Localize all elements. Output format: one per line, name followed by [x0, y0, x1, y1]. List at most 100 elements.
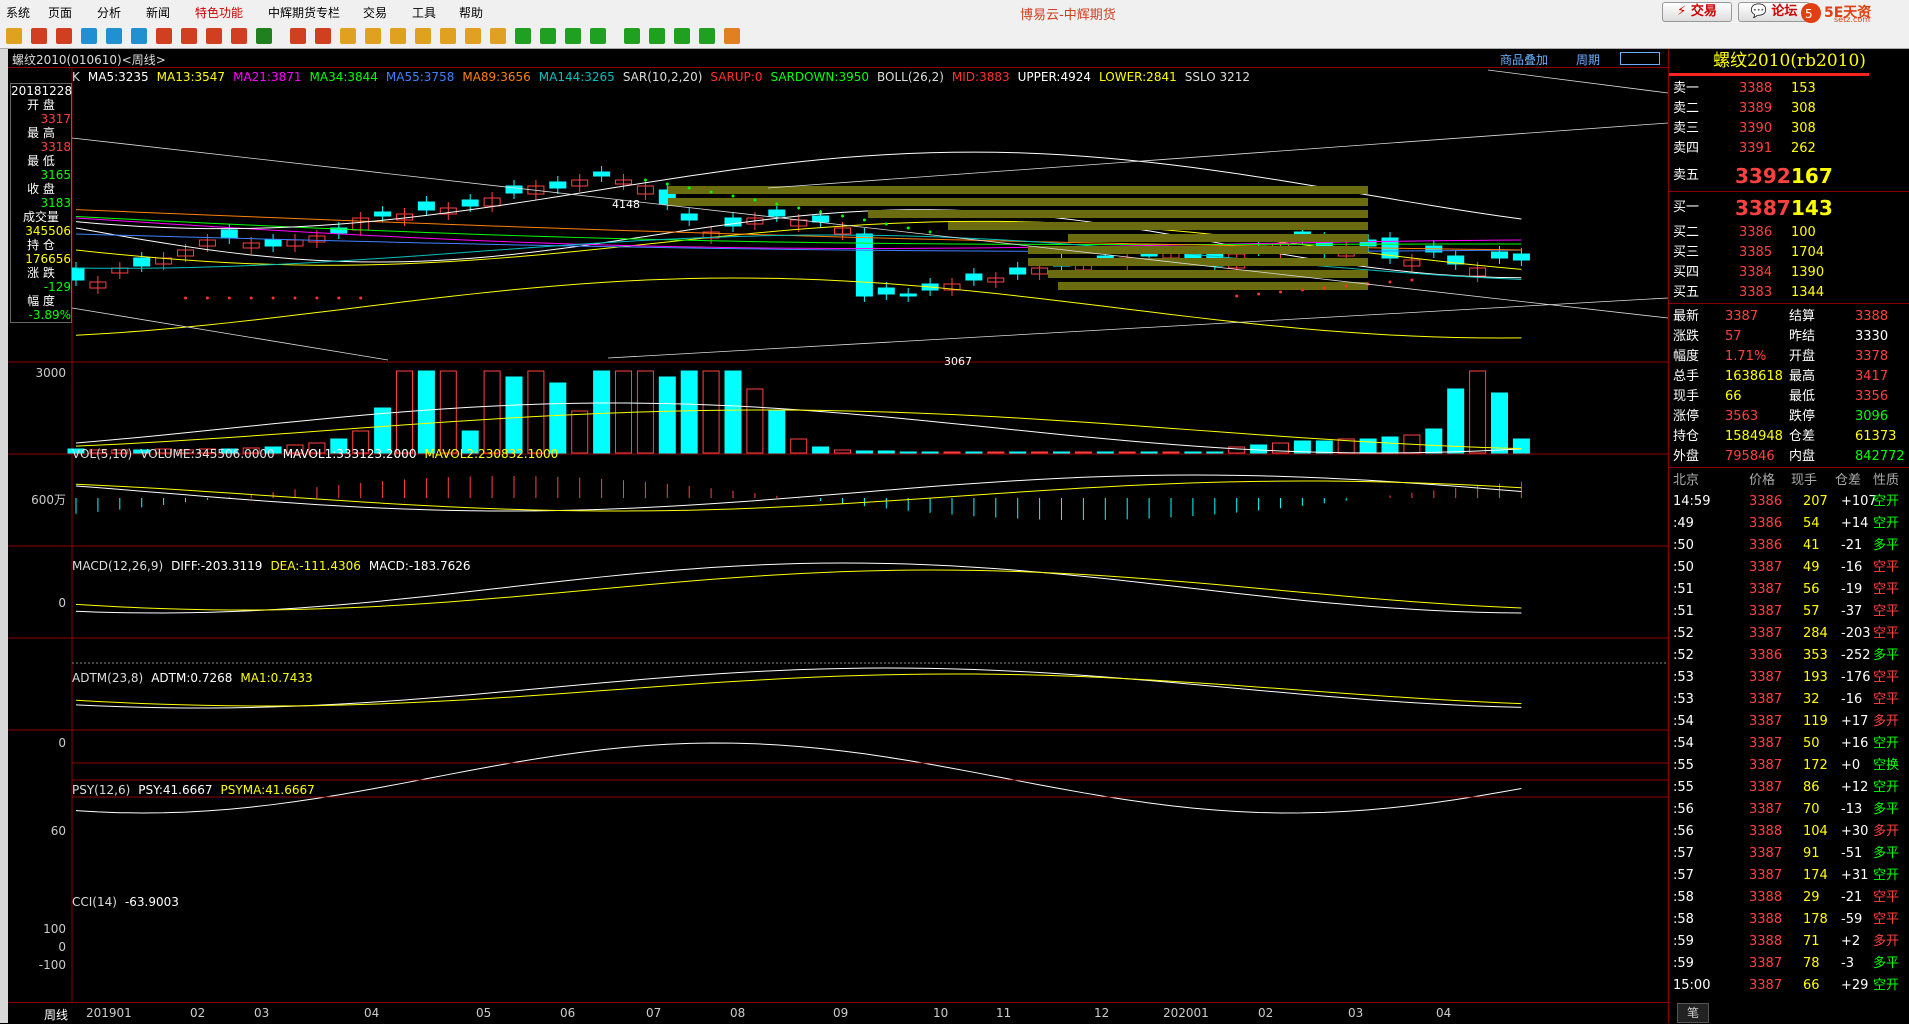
toolbar-button-icon[interactable] — [515, 28, 531, 44]
legend-item: MID:3883 — [951, 70, 1010, 84]
sar-dot — [359, 296, 363, 300]
sar-dot — [797, 206, 801, 210]
menu-system[interactable]: 系统 — [6, 4, 30, 21]
legend-item: PSY(12,6) — [72, 783, 131, 797]
menu-analysis[interactable]: 分析 — [97, 4, 121, 21]
toolbar-button-icon[interactable] — [540, 28, 556, 44]
toolbar-button-icon[interactable] — [156, 28, 172, 44]
stat-label: 涨跌 — [1673, 329, 1700, 344]
toolbar-button-icon[interactable] — [290, 28, 306, 44]
candle-body — [812, 215, 830, 223]
toolbar-button-icon[interactable] — [440, 28, 456, 44]
menu-tools[interactable]: 工具 — [412, 4, 436, 21]
stat-label: 总手 — [1673, 369, 1700, 384]
toolbar-button-icon[interactable] — [131, 28, 147, 44]
toolbar-button-icon[interactable] — [206, 28, 222, 44]
menu-featured[interactable]: 特色功能 — [195, 4, 243, 21]
toolbar-button-icon[interactable] — [231, 28, 247, 44]
macd-histogram — [75, 476, 1522, 520]
trade-time: :57 — [1673, 846, 1694, 861]
volume-bar — [1184, 451, 1202, 454]
stat-value: 3330 — [1855, 329, 1889, 344]
trade-price: 3387 — [1749, 560, 1783, 575]
kline-chart[interactable] — [8, 68, 1668, 1022]
vol-legend: VOL(5,10) VOLUME:345506.0000 MAVOL1:333123… — [72, 447, 566, 461]
toolbar-button-icon[interactable] — [181, 28, 197, 44]
toolbar-button-icon[interactable] — [315, 28, 331, 44]
toolbar-button-icon[interactable] — [649, 28, 665, 44]
volume-bar — [1447, 388, 1465, 454]
trade-button[interactable]: ⚡ 交易 — [1662, 2, 1732, 22]
period-link[interactable]: 周期 — [1576, 51, 1600, 68]
trend-line — [767, 122, 1668, 189]
x-axis-label: 11 — [996, 1006, 1012, 1020]
candle-body — [461, 199, 479, 207]
legend-item: DEA:-111.4306 — [270, 559, 361, 573]
toolbar-button-icon[interactable] — [415, 28, 431, 44]
toolbar-button-icon[interactable] — [674, 28, 690, 44]
svg-text:5: 5 — [1805, 7, 1813, 21]
volume-bar — [899, 451, 917, 454]
x-axis-label: 09 — [833, 1006, 849, 1020]
toolbar-button-icon[interactable] — [106, 28, 122, 44]
sar-dot — [775, 202, 779, 206]
trade-nature: 空平 — [1873, 890, 1900, 905]
trade-button-label: 交易 — [1690, 4, 1717, 19]
menu-help[interactable]: 帮助 — [459, 4, 483, 21]
info-value: 176656 — [25, 252, 71, 266]
toolbar-button-icon[interactable] — [699, 28, 715, 44]
chart-header: 螺纹2010(010610)<周线> 商品叠加 周期 — [8, 49, 1668, 68]
menu-trade[interactable]: 交易 — [363, 4, 387, 21]
left-side-tabs[interactable] — [0, 49, 8, 1023]
trade-time: :55 — [1673, 758, 1694, 773]
sar-dot — [906, 226, 910, 230]
trade-price: 3387 — [1749, 802, 1783, 817]
toolbar-button-icon[interactable] — [81, 28, 97, 44]
trade-oi-change: -203 — [1841, 626, 1871, 641]
bid-volume: 1704 — [1791, 245, 1825, 260]
ask-volume: 153 — [1791, 81, 1816, 96]
ask-volume: 308 — [1791, 101, 1816, 116]
tick-tab[interactable]: 笔 — [1677, 1003, 1709, 1023]
stat-row: 外盘 795846 内盘 842772 — [1669, 447, 1909, 467]
overlay-link[interactable]: 商品叠加 — [1500, 51, 1548, 68]
toolbar-button-icon[interactable] — [724, 28, 740, 44]
legend-item: PSY:41.6667 — [138, 783, 213, 797]
toolbar-button-icon[interactable] — [56, 28, 72, 44]
ask-row: 卖四 3391 262 — [1669, 139, 1909, 159]
trade-row: :51 3387 56 -19 空平 — [1669, 579, 1909, 601]
toolbar-button-icon[interactable] — [390, 28, 406, 44]
toolbar-button-icon[interactable] — [31, 28, 47, 44]
toolbar-button-icon[interactable] — [6, 28, 22, 44]
cci-axis-tick-minus100: -100 — [38, 958, 66, 972]
volume-bar — [658, 376, 676, 454]
menu-news[interactable]: 新闻 — [146, 4, 170, 21]
trade-time: :49 — [1673, 516, 1694, 531]
trade-volume: 66 — [1803, 978, 1820, 993]
toolbar-button-icon[interactable] — [256, 28, 272, 44]
stat-row: 幅度 1.71% 开盘 3378 — [1669, 347, 1909, 367]
trade-price: 3387 — [1749, 714, 1783, 729]
legend-item: MACD:-183.7626 — [368, 559, 471, 573]
toolbar-button-icon[interactable] — [365, 28, 381, 44]
stat-label: 开盘 — [1789, 349, 1816, 364]
sar-dot — [1300, 288, 1304, 292]
ask-row: 卖一 3388 153 — [1669, 79, 1909, 99]
quote-title: 螺纹2010(rb2010) — [1713, 51, 1866, 71]
menu-page[interactable]: 页面 — [48, 4, 72, 21]
trade-time: :51 — [1673, 604, 1694, 619]
toolbar-button-icon[interactable] — [465, 28, 481, 44]
sar-dot — [1257, 292, 1261, 296]
toolbar-button-icon[interactable] — [624, 28, 640, 44]
layout-toggle-icon[interactable] — [1620, 52, 1660, 65]
toolbar-button-icon[interactable] — [490, 28, 506, 44]
menu-zhonghui-column[interactable]: 中辉期货专栏 — [268, 4, 340, 21]
sar-dot — [1322, 286, 1326, 290]
trade-row: :56 3388 104 +30 多开 — [1669, 821, 1909, 843]
sar-dot — [205, 296, 209, 300]
bid-label: 买五 — [1673, 285, 1700, 300]
toolbar-button-icon[interactable] — [590, 28, 606, 44]
toolbar-button-icon[interactable] — [565, 28, 581, 44]
toolbar-button-icon[interactable] — [340, 28, 356, 44]
trade-row: :55 3387 86 +12 空开 — [1669, 777, 1909, 799]
